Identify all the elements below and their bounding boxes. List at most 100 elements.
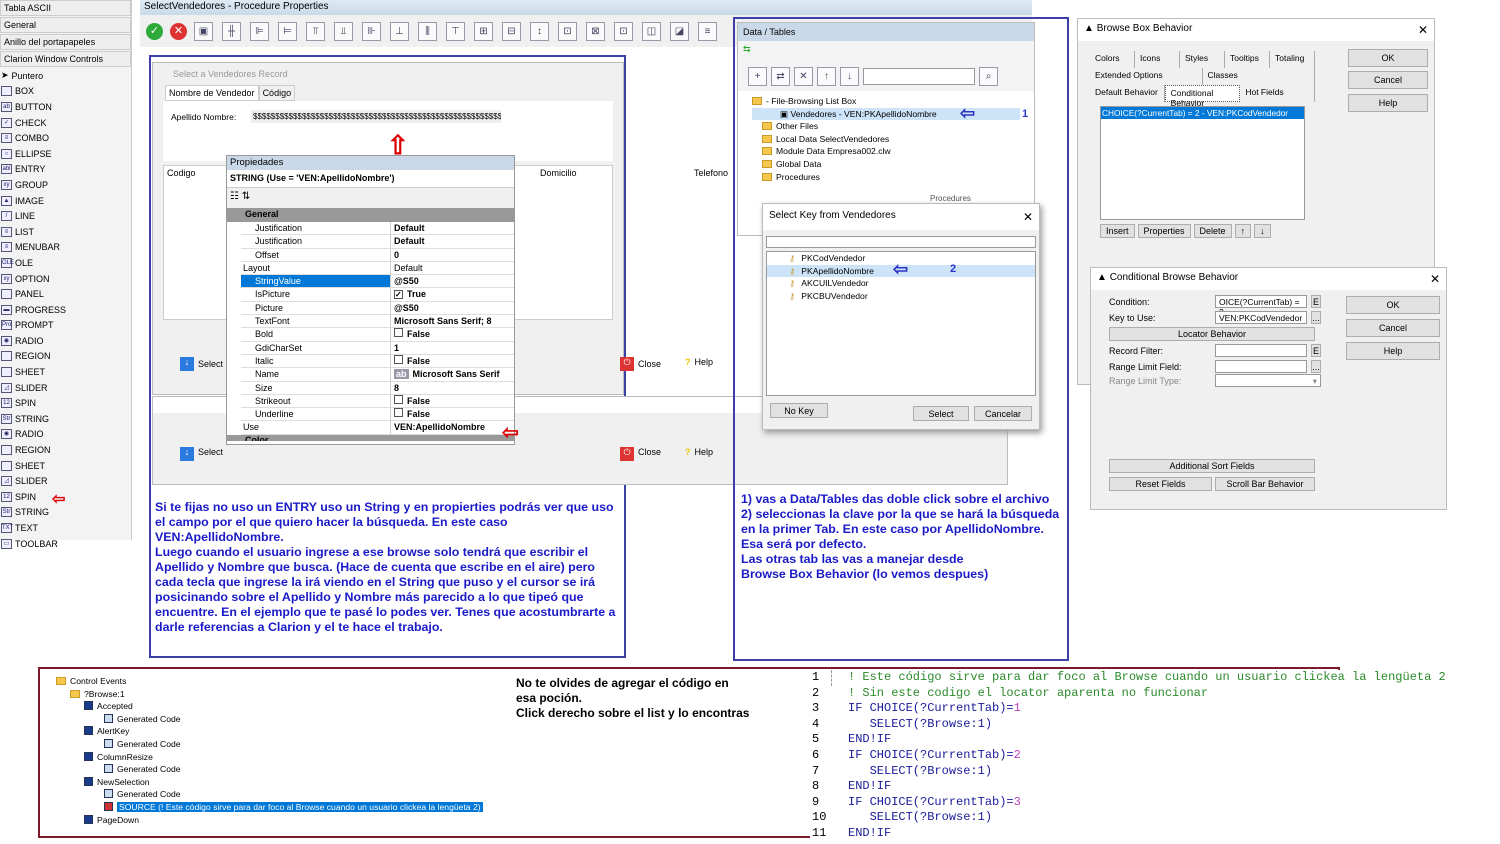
ok-button[interactable]: OK (1348, 49, 1428, 67)
embed-tree-item[interactable]: Generated Code (56, 713, 506, 726)
toolbox-header[interactable]: General (0, 17, 131, 33)
checkbox-icon[interactable] (394, 354, 403, 364)
property-row[interactable]: Use VEN:ApellidoNombre (241, 421, 514, 435)
tree-item[interactable]: Global Data (752, 158, 1020, 171)
toolbar-tool-icon[interactable]: ▣ (194, 21, 213, 41)
toolbar-tool-icon[interactable]: ⊡ (614, 21, 633, 41)
toolbar-tool-icon[interactable]: ⊞ (474, 21, 493, 41)
toolbox-item-check[interactable]: ✓ CHECK (0, 115, 131, 131)
toolbar-tool-icon[interactable]: ⊪ (362, 21, 381, 41)
code-line[interactable]: IF CHOICE(?CurrentTab)=3 (848, 795, 1446, 811)
property-value[interactable]: False (391, 354, 514, 367)
insert-button[interactable]: Insert (1100, 224, 1135, 238)
toolbar-tool-icon[interactable]: ⫫ (334, 21, 353, 41)
no-key-button[interactable]: No Key (770, 403, 828, 418)
toolbox-item-list[interactable]: ≡ LIST (0, 224, 131, 240)
toolbar-tool-icon[interactable]: ≡ (698, 21, 717, 41)
toolbox-item-ellipse[interactable]: ○ ELLIPSE (0, 146, 131, 162)
toolbox-item-line[interactable]: / LINE (0, 208, 131, 224)
select-button[interactable]: ↓ Select (180, 357, 223, 371)
embed-tree-item[interactable]: PageDown (56, 814, 506, 827)
property-row[interactable]: Strikeout False (241, 394, 514, 409)
toolbar-tool-icon[interactable]: ⫼ (418, 21, 437, 41)
checkbox-icon[interactable] (394, 328, 403, 338)
property-value[interactable]: VEN:ApellidoNombre (391, 421, 514, 433)
property-value[interactable]: Microsoft Sans Serif; 8 (391, 315, 514, 327)
add-table-icon[interactable]: + (748, 66, 767, 86)
close-button-2[interactable]: ⏻ Close (620, 447, 661, 461)
property-row[interactable]: Bold False (241, 328, 514, 342)
embed-tree-item[interactable]: NewSelection (56, 776, 506, 789)
embed-tree-item[interactable]: Accepted (56, 700, 506, 713)
embed-tree-item[interactable]: ColumnResize (56, 751, 506, 764)
key-filter-input[interactable] (766, 236, 1036, 248)
tree-item[interactable]: Local Data SelectVendedores (752, 133, 1020, 146)
toolbox-item-box[interactable]: BOX (0, 84, 131, 100)
toolbar-tool-icon[interactable]: ◫ (642, 21, 661, 41)
tab-nombre[interactable]: Nombre de Vendedor (165, 85, 259, 101)
change-table-icon[interactable]: ⇄ (771, 66, 790, 86)
toolbox-header[interactable]: Anillo del portapapeles (0, 34, 131, 50)
tab-tooltips[interactable]: Tooltips (1225, 51, 1270, 68)
property-row[interactable]: Justification Default (241, 235, 514, 249)
delete-table-icon[interactable]: ✕ (794, 66, 813, 86)
code-editor[interactable]: 1 2 3 4 5 6 7 8 9 10 11! Este código sirve para da… (810, 670, 1500, 844)
cancel-icon[interactable]: ✕ (170, 22, 187, 40)
tab-default-behavior[interactable]: Default Behavior (1090, 85, 1165, 102)
toolbox-item-string[interactable]: Str STRING (0, 411, 131, 427)
toolbox-item-radio[interactable]: ◉ RADIO (0, 333, 131, 349)
select-button-2[interactable]: ↓ Select (180, 447, 223, 461)
toolbox-item-progress[interactable]: ▬ PROGRESS (0, 302, 131, 318)
embed-tree-item[interactable]: Generated Code (56, 763, 506, 776)
property-row[interactable]: IsPicture ✓ True (241, 288, 514, 302)
close-icon[interactable]: ✕ (1418, 23, 1428, 37)
property-row[interactable]: Justification Default (241, 222, 514, 236)
property-row[interactable]: Italic False (241, 354, 514, 369)
locator-behavior-button[interactable]: Locator Behavior (1109, 327, 1315, 341)
toolbar-tool-icon[interactable]: ⊡ (558, 21, 577, 41)
cancel-key-button[interactable]: Cancelar (974, 406, 1032, 421)
ok-button[interactable]: OK (1346, 296, 1440, 314)
code-line[interactable]: ! Sin este codigo el locator aparenta no… (848, 686, 1446, 702)
property-value[interactable]: 0 (391, 249, 514, 261)
property-row[interactable]: GdiCharSet 1 (241, 341, 514, 355)
tab-classes[interactable]: Classes (1203, 68, 1315, 85)
property-row[interactable]: StringValue @S50 (241, 275, 514, 289)
toolbox-pointer[interactable]: ➤ Puntero (0, 68, 131, 84)
toolbar-tool-icon[interactable]: ◪ (670, 21, 689, 41)
toolbox-item-sheet[interactable]: SHEET (0, 364, 131, 380)
move-up-button[interactable]: ↑ (1234, 224, 1252, 238)
toolbox-header[interactable]: Tabla ASCII (0, 0, 131, 16)
close-button[interactable]: ⏻ Close (620, 357, 661, 371)
range-field-input[interactable] (1215, 360, 1307, 373)
close-icon[interactable]: ✕ (1023, 210, 1033, 226)
help-button[interactable]: ? Help (685, 357, 713, 367)
toolbox-item-spin[interactable]: 12 SPIN (0, 395, 131, 411)
toolbox-item-combo[interactable]: ≡ COMBO (0, 130, 131, 146)
embed-tree-item[interactable]: Generated Code (56, 738, 506, 751)
tab-styles[interactable]: Styles (1180, 51, 1225, 68)
code-line[interactable]: END!IF (848, 826, 1446, 842)
property-value[interactable]: False (391, 408, 514, 420)
property-value[interactable]: Default (391, 262, 514, 274)
property-row[interactable]: Picture @S50 (241, 301, 514, 316)
tab-icons[interactable]: Icons (1135, 51, 1180, 68)
toolbox-item-menubar[interactable]: ≡ MENUBAR (0, 240, 131, 256)
cancel-button[interactable]: Cancel (1348, 71, 1428, 89)
tree-item[interactable]: Module Data Empresa002.clw (752, 145, 1020, 158)
toolbox-item-entry[interactable]: abl ENTRY (0, 162, 131, 178)
property-value[interactable]: @S50 (391, 302, 514, 314)
tab-colors[interactable]: Colors (1090, 51, 1135, 68)
property-value[interactable]: @S50 (391, 275, 514, 287)
properties-button[interactable]: Properties (1137, 224, 1191, 238)
toolbox-item-toolbar[interactable]: ▭ TOOLBAR (0, 536, 131, 552)
sort-az-icon[interactable]: ⇅ (242, 191, 250, 202)
section-general[interactable]: General (227, 208, 514, 222)
tab-hot-fields[interactable]: Hot Fields (1240, 85, 1316, 102)
tree-item[interactable]: ▣ Vendedores - VEN:PKApellidoNombre (752, 107, 1020, 121)
categorized-icon[interactable]: ☷ (230, 191, 239, 202)
embed-tree-item[interactable]: AlertKey (56, 725, 506, 738)
tree-item[interactable]: Other Files (752, 120, 1020, 133)
toolbox-item-sheet[interactable]: SHEET (0, 458, 131, 474)
conditions-list[interactable]: CHOICE(?CurrentTab) = 2 - VEN:PKCodVende… (1100, 106, 1305, 220)
